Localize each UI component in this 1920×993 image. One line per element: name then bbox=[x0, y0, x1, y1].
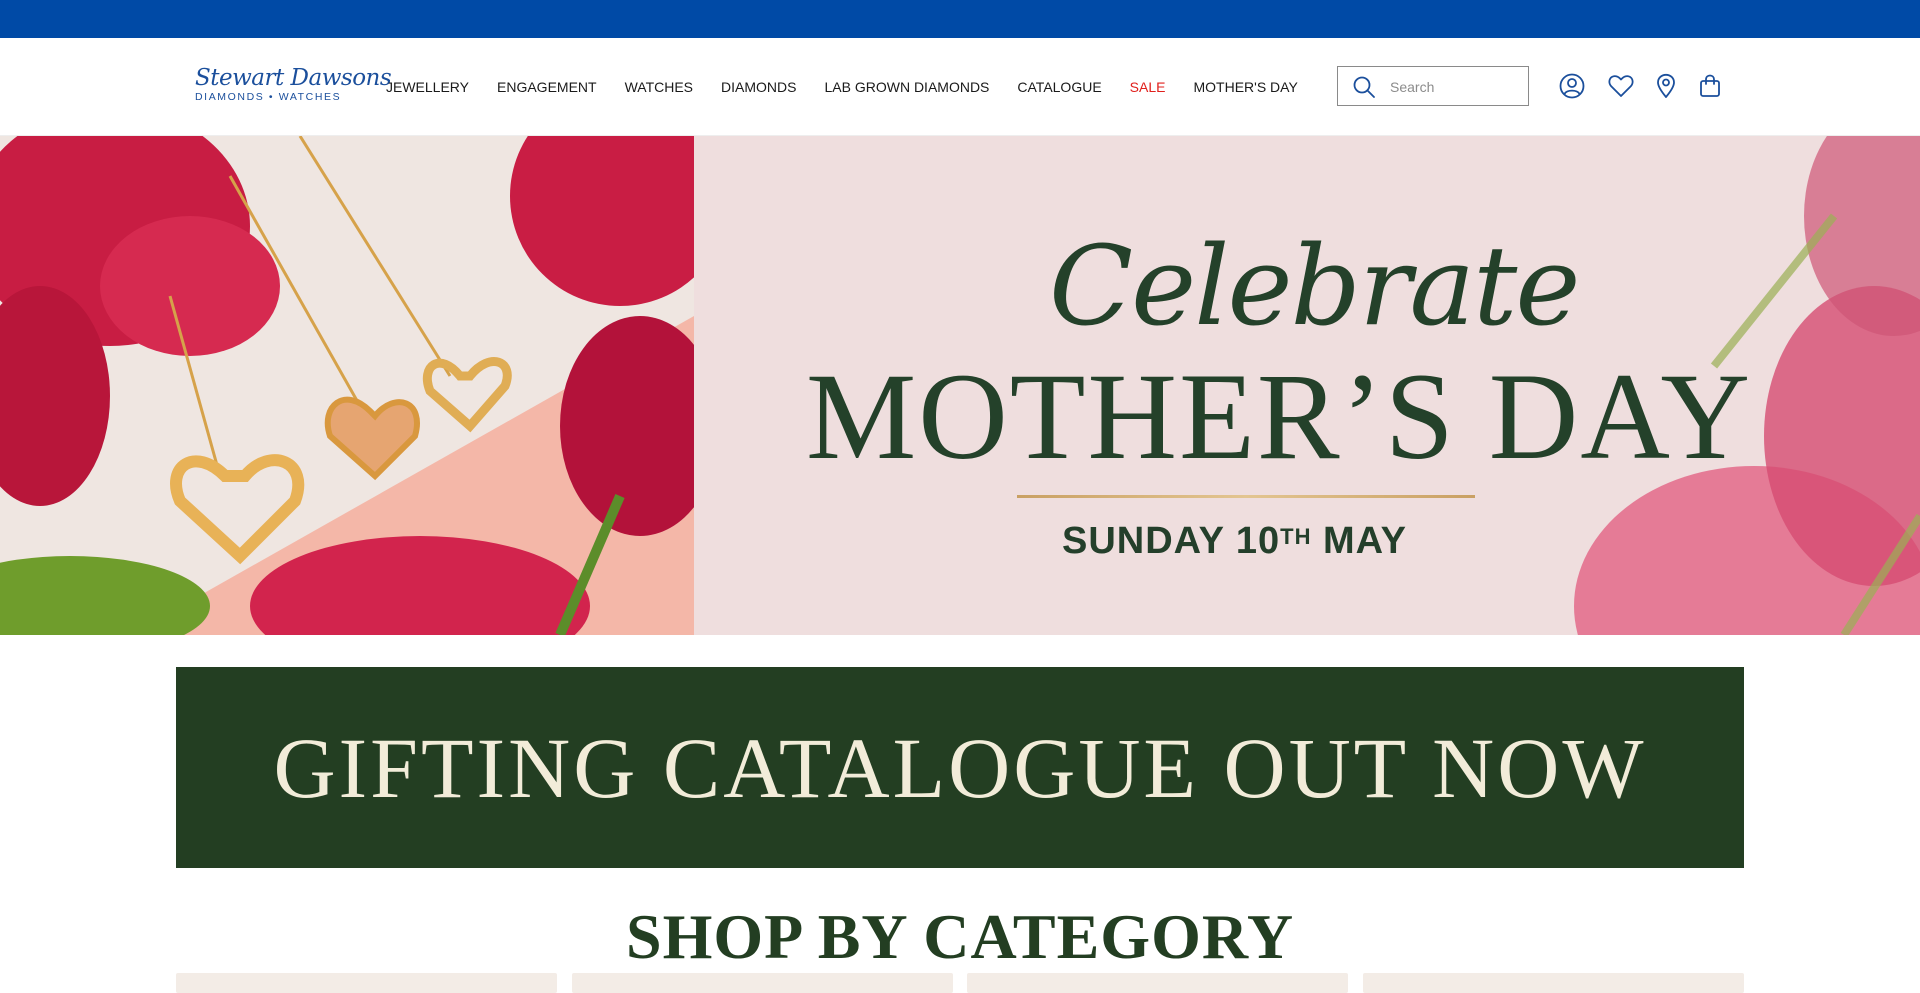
hero-date-suffix-sup: TH bbox=[1280, 524, 1312, 549]
top-announcement-bar bbox=[0, 0, 1920, 38]
category-card[interactable] bbox=[572, 973, 953, 993]
hero-message-panel: Celebrate MOTHER’S DAY SUNDAY 10TH MAY bbox=[694, 136, 1920, 635]
nav-item-mothers-day[interactable]: MOTHER'S DAY bbox=[1193, 78, 1297, 96]
category-card[interactable] bbox=[967, 973, 1348, 993]
search-input[interactable] bbox=[1390, 76, 1520, 98]
nav-item-diamonds[interactable]: DIAMONDS bbox=[721, 78, 796, 96]
hero-date-month: MAY bbox=[1311, 520, 1407, 562]
heart-pendants-image bbox=[0, 136, 694, 635]
hero-script-heading: Celebrate bbox=[1049, 222, 1580, 350]
brand-logo[interactable]: Stewart Dawsons DIAMONDS • WATCHES bbox=[195, 65, 392, 106]
nav-item-jewellery[interactable]: JEWELLERY bbox=[386, 78, 469, 96]
hero-date-prefix: SUNDAY 10 bbox=[1062, 520, 1281, 562]
brand-logo-tagline: DIAMONDS • WATCHES bbox=[195, 91, 342, 103]
nav-item-engagement[interactable]: ENGAGEMENT bbox=[497, 78, 597, 96]
category-card[interactable] bbox=[1363, 973, 1744, 993]
search-icon[interactable] bbox=[1352, 75, 1376, 99]
hero-title: MOTHER’S DAY bbox=[806, 348, 1753, 485]
shop-by-category-heading: SHOP BY CATEGORY bbox=[625, 901, 1295, 972]
hero-date: SUNDAY 10TH MAY bbox=[1062, 519, 1407, 563]
brand-logo-name: Stewart Dawsons bbox=[195, 65, 392, 91]
search-box[interactable] bbox=[1337, 66, 1529, 106]
hero-banner[interactable]: Celebrate MOTHER’S DAY SUNDAY 10TH MAY bbox=[0, 136, 1920, 635]
nav-item-watches[interactable]: WATCHES bbox=[625, 78, 693, 96]
hero-divider bbox=[1017, 495, 1475, 498]
gifting-catalogue-banner[interactable]: GIFTING CATALOGUE OUT NOW bbox=[176, 667, 1744, 868]
category-card[interactable] bbox=[176, 973, 557, 993]
site-header: Stewart Dawsons DIAMONDS • WATCHES JEWEL… bbox=[0, 38, 1920, 136]
wishlist-heart-icon[interactable] bbox=[1607, 72, 1635, 100]
gifting-catalogue-text: GIFTING CATALOGUE OUT NOW bbox=[273, 719, 1647, 816]
hero-product-image bbox=[0, 136, 694, 635]
store-locator-pin-icon[interactable] bbox=[1652, 72, 1680, 100]
nav-item-sale[interactable]: SALE bbox=[1130, 78, 1166, 96]
category-cards bbox=[176, 973, 1744, 993]
shopping-bag-icon[interactable] bbox=[1696, 72, 1724, 100]
main-nav: JEWELLERY ENGAGEMENT WATCHES DIAMONDS LA… bbox=[386, 78, 1326, 96]
account-icon[interactable] bbox=[1558, 72, 1586, 100]
nav-item-catalogue[interactable]: CATALOGUE bbox=[1017, 78, 1101, 96]
nav-item-lab-grown-diamonds[interactable]: LAB GROWN DIAMONDS bbox=[824, 78, 989, 96]
